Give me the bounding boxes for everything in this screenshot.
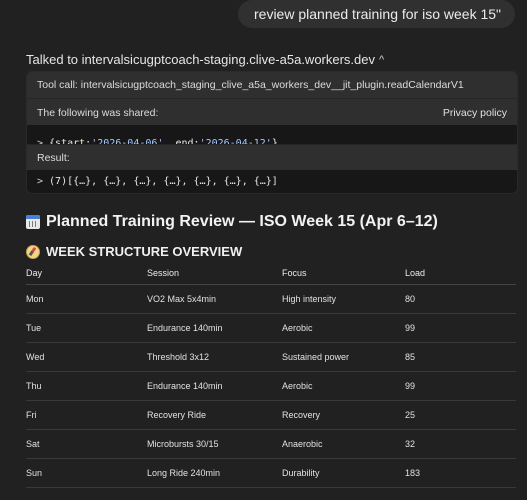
cell-session: Long Ride 240min <box>147 458 282 488</box>
cell-day: Sun <box>26 458 147 488</box>
cell-day: Sat <box>26 429 147 459</box>
table-header-row: Day Session Focus Load <box>26 262 516 285</box>
tool-disclosure-toggle[interactable]: Talked to intervalsicugptcoach-staging.c… <box>26 52 384 67</box>
table-row: Sat Microbursts 30/15 Anaerobic 32 <box>26 429 516 459</box>
table-row: Fri Recovery Ride Recovery 25 <box>26 400 516 430</box>
col-header-day: Day <box>26 262 147 285</box>
cell-session: Recovery Ride <box>147 400 282 430</box>
cell-day: Thu <box>26 371 147 401</box>
table-row: Wed Threshold 3x12 Sustained power 85 <box>26 342 516 372</box>
heading-text: Planned Training Review — ISO Week 15 (A… <box>46 213 438 230</box>
user-message-text: review planned training for iso week 15" <box>254 6 501 22</box>
cell-session: VO2 Max 5x4min <box>147 284 282 314</box>
cell-session: Threshold 3x12 <box>147 342 282 372</box>
table-row: Thu Endurance 140min Aerobic 99 <box>26 371 516 401</box>
cell-focus: High intensity <box>282 284 405 314</box>
result-row: Result: <box>27 144 517 171</box>
cell-load: 32 <box>405 429 516 459</box>
cell-focus: Durability <box>282 458 405 488</box>
cell-load: 85 <box>405 342 516 372</box>
cell-day: Mon <box>26 284 147 314</box>
compass-icon <box>26 244 40 259</box>
table-row: Mon VO2 Max 5x4min High intensity 80 <box>26 284 516 314</box>
cell-focus: Aerobic <box>282 371 405 401</box>
col-header-session: Session <box>147 262 282 285</box>
user-message-bubble: review planned training for iso week 15" <box>238 0 515 28</box>
cell-session: Microbursts 30/15 <box>147 429 282 459</box>
subheading-text: WEEK STRUCTURE OVERVIEW <box>46 244 243 259</box>
chevron-right-icon[interactable]: > <box>37 176 43 187</box>
chevron-up-icon: ^ <box>379 53 385 66</box>
cell-focus: Anaerobic <box>282 429 405 459</box>
table-row: Tue Endurance 140min Aerobic 99 <box>26 313 516 343</box>
cell-session: Endurance 140min <box>147 313 282 343</box>
cell-load: 183 <box>405 458 516 488</box>
cell-load: 25 <box>405 400 516 430</box>
cell-load: 80 <box>405 284 516 314</box>
cell-load: 99 <box>405 371 516 401</box>
result-value-row[interactable]: > (7)[{…}, {…}, {…}, {…}, {…}, {…}, {…}] <box>27 170 517 193</box>
cell-day: Tue <box>26 313 147 343</box>
table-row: Sun Long Ride 240min Durability 183 <box>26 458 516 488</box>
tool-call-row: Tool call: intervalsicugptcoach_staging_… <box>27 72 517 98</box>
cell-day: Fri <box>26 400 147 430</box>
section-heading: WEEK STRUCTURE OVERVIEW <box>26 244 242 259</box>
shared-label: The following was shared: <box>37 106 159 119</box>
shared-row: The following was shared: Privacy policy <box>27 98 517 126</box>
cell-load: 99 <box>405 313 516 343</box>
col-header-focus: Focus <box>282 262 405 285</box>
cell-session: Endurance 140min <box>147 371 282 401</box>
calendar-icon <box>26 215 40 229</box>
col-header-load: Load <box>405 262 516 285</box>
week-structure-table: Day Session Focus Load Mon VO2 Max 5x4mi… <box>26 262 516 488</box>
page-heading: Planned Training Review — ISO Week 15 (A… <box>26 213 438 231</box>
result-label: Result: <box>37 152 70 164</box>
cell-day: Wed <box>26 342 147 372</box>
talked-to-label: Talked to intervalsicugptcoach-staging.c… <box>26 52 376 67</box>
result-value: (7)[{…}, {…}, {…}, {…}, {…}, {…}, {…}] <box>49 176 278 187</box>
cell-focus: Sustained power <box>282 342 405 372</box>
tool-call-panel: Tool call: intervalsicugptcoach_staging_… <box>26 71 518 194</box>
cell-focus: Recovery <box>282 400 405 430</box>
tool-call-label: Tool call: intervalsicugptcoach_staging_… <box>37 79 464 91</box>
cell-focus: Aerobic <box>282 313 405 343</box>
privacy-policy-link[interactable]: Privacy policy <box>443 107 507 119</box>
